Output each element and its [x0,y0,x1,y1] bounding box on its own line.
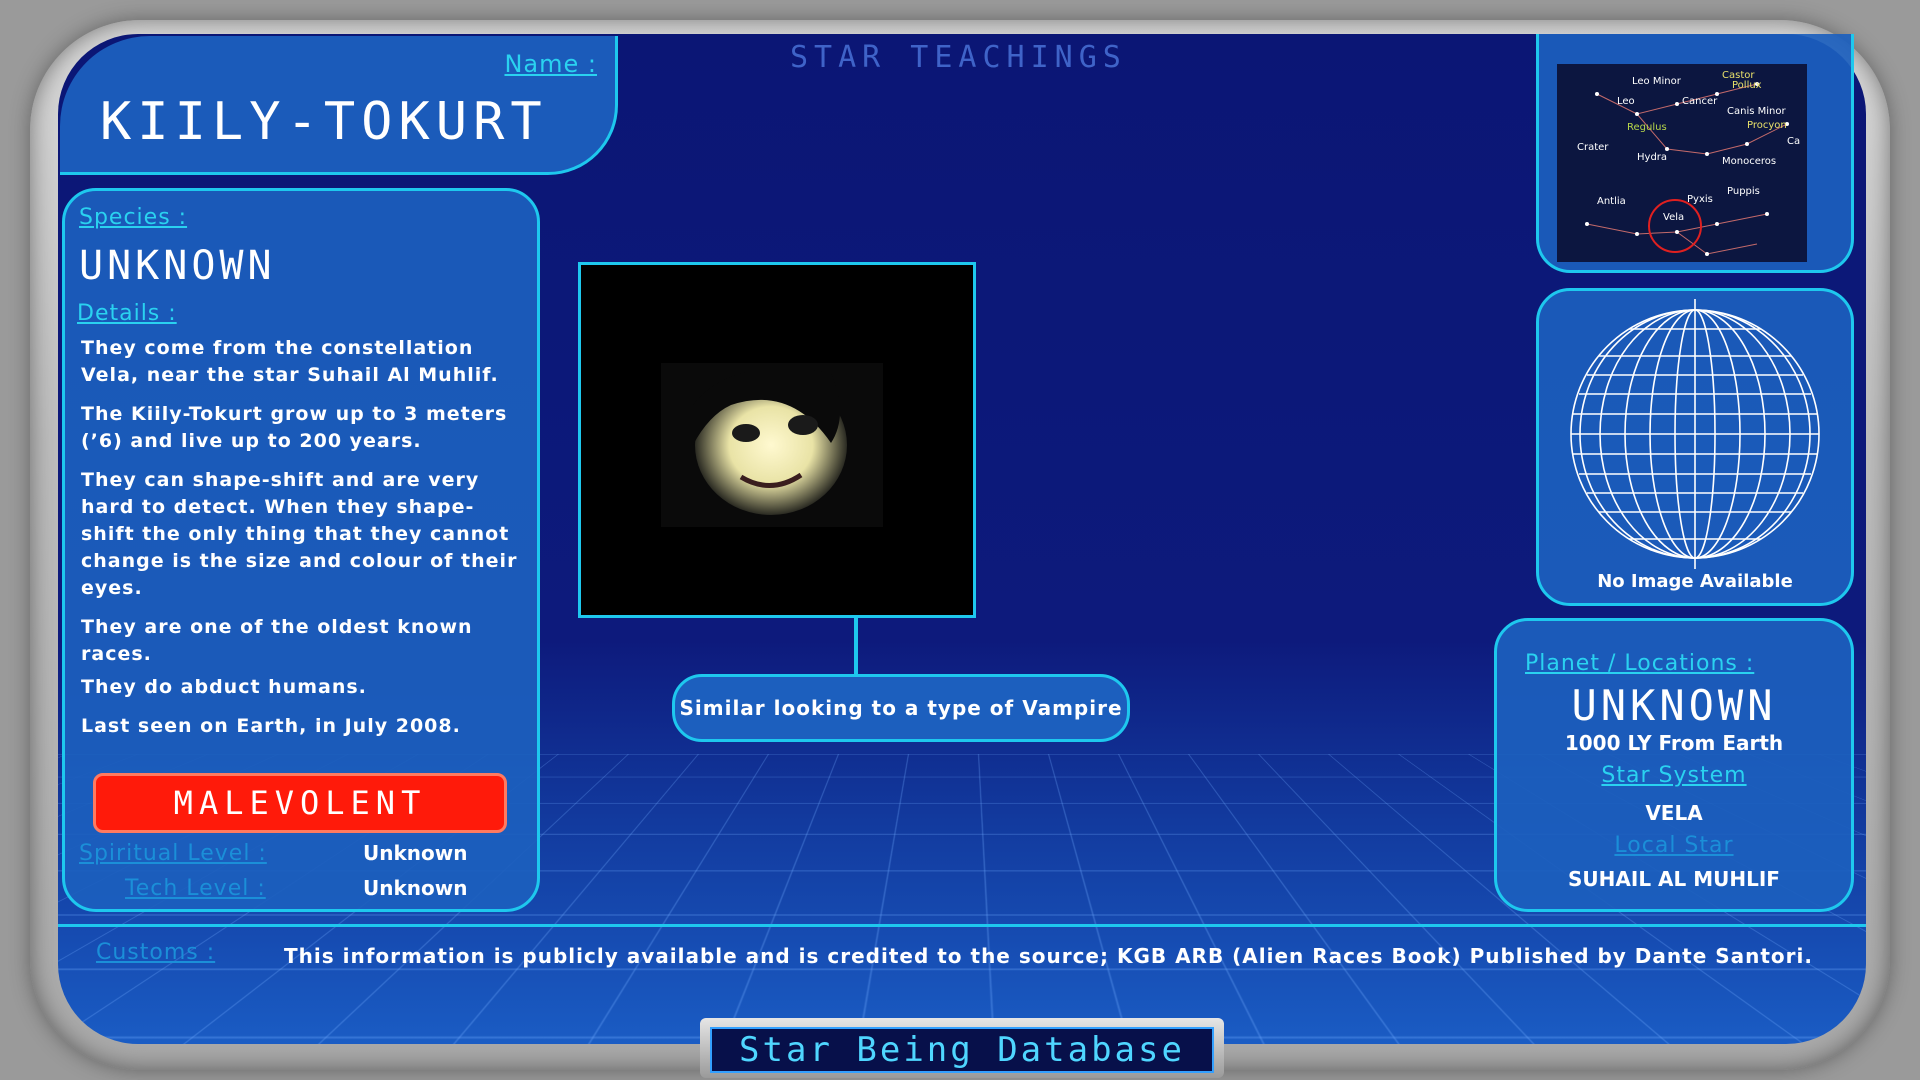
portrait-frame [578,262,976,618]
name-card: Name : KIILY-TOKURT [60,36,618,175]
details-label: Details : [77,301,177,326]
spiritual-level-label: Spiritual Level : [79,841,267,866]
detail-paragraph: Last seen on Earth, in July 2008. [81,715,461,737]
local-star-label: Local Star [1614,833,1734,858]
location-panel: Planet / Locations : UNKNOWN 1000 LY Fro… [1494,618,1854,912]
map-label: Vela [1663,212,1684,223]
star-system-value: VELA [1645,801,1703,825]
page-title: STAR TEACHINGS [790,40,1127,75]
detail-paragraph: They do abduct humans. [81,676,367,698]
wireframe-globe-icon [1570,299,1820,569]
map-label: Canis Minor [1727,106,1786,117]
map-label: Crater [1577,142,1609,153]
customs-text: This information is publicly available a… [284,944,1813,968]
map-label: Procyon [1747,120,1787,131]
local-star-value: SUHAIL AL MUHLIF [1568,867,1780,891]
portrait-caption: Similar looking to a type of Vampire [672,674,1130,742]
alignment-badge: MALEVOLENT [93,773,507,833]
map-label: Pyxis [1687,194,1713,205]
distance-text: 1000 LY From Earth [1564,731,1784,755]
map-label: Monoceros [1722,156,1776,167]
vela-highlight-circle [1648,199,1702,253]
map-label: Hydra [1637,152,1667,163]
detail-paragraph: They are one of the oldest known races. [81,616,473,665]
detail-paragraph: They come from the constellation Vela, n… [81,337,499,386]
map-label: Ca [1787,136,1800,147]
planet-label: Planet / Locations : [1525,651,1755,676]
tech-level-value: Unknown [363,876,468,900]
detail-paragraph: They can shape-shift and are very hard t… [81,469,518,599]
species-value: UNKNOWN [79,243,276,289]
footer-plate: Star Being Database [700,1018,1224,1078]
spiritual-level-value: Unknown [363,841,468,865]
being-name: KIILY-TOKURT [100,92,548,152]
planet-value: UNKNOWN [1571,681,1777,730]
map-label: Leo Minor [1632,76,1682,87]
map-label: Leo [1617,96,1635,107]
map-label: Pollux [1732,80,1762,91]
tech-level-label: Tech Level : [125,876,266,901]
map-label: Antlia [1597,196,1626,207]
star-system-label: Star System [1601,763,1747,788]
globe-panel: No Image Available [1536,288,1854,606]
species-panel: Species : UNKNOWN Details : They come fr… [62,188,540,912]
footer-title: Star Being Database [710,1027,1214,1073]
globe-caption: No Image Available [1597,571,1793,592]
constellation-map: Leo Minor Cancer Castor Pollux Leo Regul… [1557,64,1807,262]
map-label: Cancer [1682,96,1718,107]
details-text: They come from the constellation Vela, n… [81,335,526,752]
map-label: Regulus [1627,122,1667,133]
customs-divider [58,924,1866,927]
customs-label: Customs : [96,940,216,965]
portrait-image [661,363,883,527]
name-label: Name : [504,50,597,78]
map-label: Puppis [1727,186,1760,197]
species-label: Species : [79,205,188,230]
star-map-panel: Leo Minor Cancer Castor Pollux Leo Regul… [1536,34,1854,273]
detail-paragraph: The Kiily-Tokurt grow up to 3 meters (’6… [81,403,508,452]
caption-connector [854,615,858,675]
